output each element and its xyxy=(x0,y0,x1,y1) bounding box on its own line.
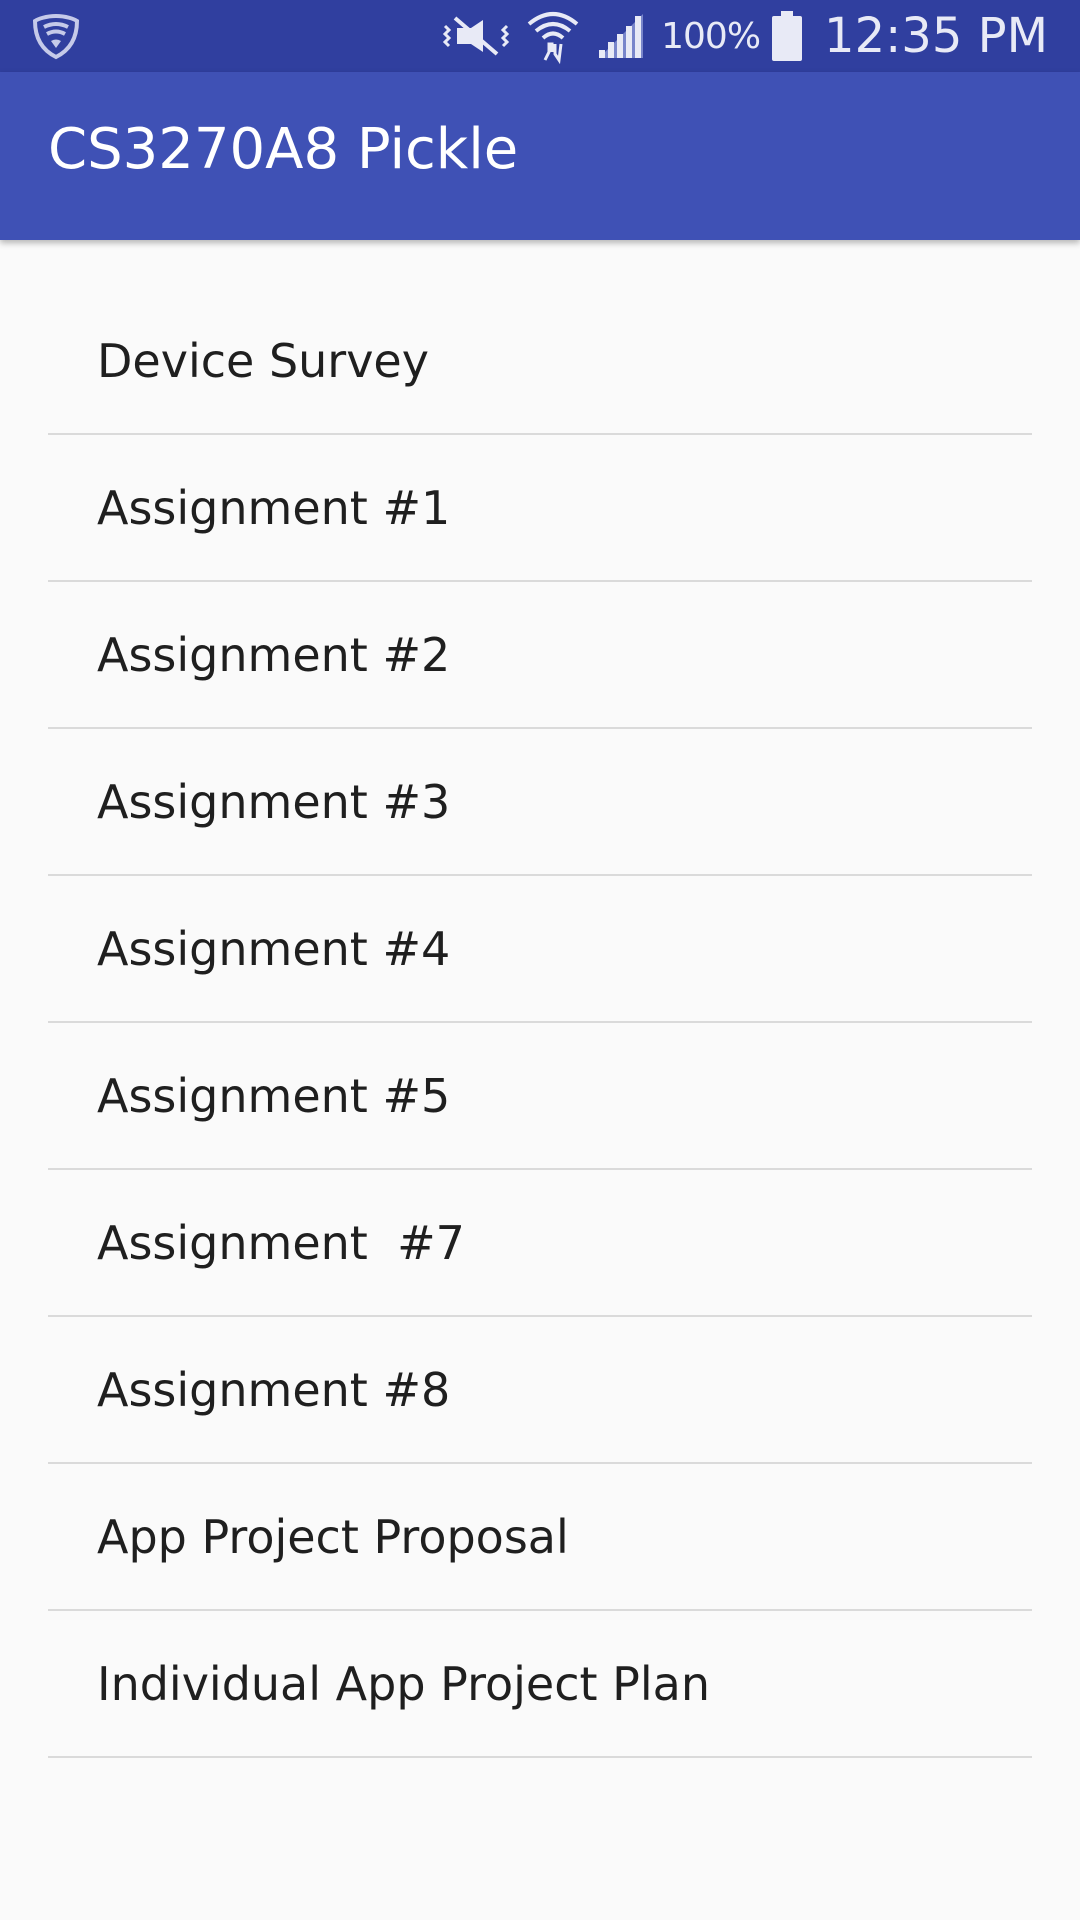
list-item-label: Assignment #3 xyxy=(97,774,451,829)
list-item-label: App Project Proposal xyxy=(97,1509,569,1564)
list-item-label: Device Survey xyxy=(97,333,429,388)
cell-signal-icon xyxy=(599,14,644,58)
list-item-label: Assignment #4 xyxy=(97,921,451,976)
battery-percent: 100% xyxy=(661,15,761,57)
list-item-label: Individual App Project Plan xyxy=(97,1656,711,1711)
app-title: CS3270A8 Pickle xyxy=(48,117,519,182)
list-item-device-survey[interactable]: Device Survey xyxy=(48,288,1032,435)
list-item-label: Assignment #1 xyxy=(97,480,451,535)
list-item-assignment-7[interactable]: Assignment #7 xyxy=(48,1170,1032,1317)
battery-icon xyxy=(772,11,803,61)
status-time: 12:35 PM xyxy=(824,8,1048,64)
list-item-assignment-5[interactable]: Assignment #5 xyxy=(48,1023,1032,1170)
list-item-assignment-1[interactable]: Assignment #1 xyxy=(48,435,1032,582)
wifi-icon xyxy=(527,12,579,64)
list-item-label: Assignment #5 xyxy=(97,1068,451,1123)
list-item-assignment-8[interactable]: Assignment #8 xyxy=(48,1317,1032,1464)
list-item-assignment-2[interactable]: Assignment #2 xyxy=(48,582,1032,729)
status-icons: 100% 12:35 PM xyxy=(441,0,1048,72)
list-item-label: Assignment #8 xyxy=(97,1362,451,1417)
list-item-individual-app-project-plan[interactable]: Individual App Project Plan xyxy=(48,1611,1032,1758)
list-item-assignment-3[interactable]: Assignment #3 xyxy=(48,729,1032,876)
list-item-label: Assignment #2 xyxy=(97,627,451,682)
lookout-shield-icon xyxy=(32,13,80,60)
app-bar: CS3270A8 Pickle xyxy=(0,72,1080,240)
list-item-app-project-proposal[interactable]: App Project Proposal xyxy=(48,1464,1032,1611)
list-item-label: Assignment #7 xyxy=(97,1215,465,1270)
status-bar: 100% 12:35 PM xyxy=(0,0,1080,72)
list-item-assignment-4[interactable]: Assignment #4 xyxy=(48,876,1032,1023)
assignment-list: Device Survey Assignment #1 Assignment #… xyxy=(48,288,1032,1758)
vibrate-mute-icon xyxy=(443,16,510,56)
